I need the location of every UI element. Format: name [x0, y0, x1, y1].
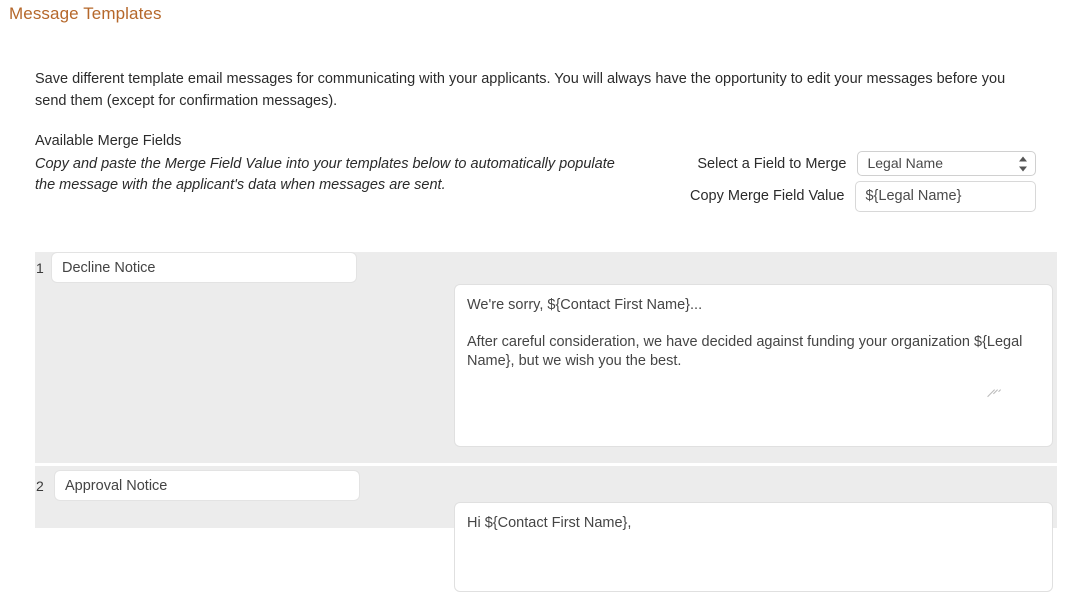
template-row: 2 Hi ${Contact First Name},	[35, 466, 1057, 592]
page-title: Message Templates	[9, 4, 162, 23]
template-title-input[interactable]	[51, 252, 357, 283]
template-title-input[interactable]	[54, 470, 360, 501]
template-body-textarea[interactable]: Hi ${Contact First Name},	[454, 502, 1053, 592]
merge-field-select-value: Legal Name	[867, 155, 943, 171]
template-row-index: 1	[36, 260, 44, 276]
select-field-label: Select a Field to Merge	[697, 155, 847, 172]
copy-merge-value-input[interactable]	[855, 180, 1037, 212]
merge-field-controls: Select a Field to Merge Legal Name Copy …	[690, 150, 1037, 212]
copy-value-row: Copy Merge Field Value	[690, 180, 1037, 212]
select-field-row: Select a Field to Merge Legal Name	[690, 150, 1037, 177]
merge-fields-heading: Available Merge Fields	[35, 133, 182, 149]
template-row-index: 2	[36, 478, 44, 494]
chevron-updown-icon	[1018, 156, 1027, 171]
copy-merge-value-label: Copy Merge Field Value	[690, 188, 845, 204]
template-body-textarea[interactable]: We're sorry, ${Contact First Name}... Af…	[454, 284, 1053, 447]
merge-fields-description: Copy and paste the Merge Field Value int…	[35, 156, 615, 193]
template-row: 1 We're sorry, ${Contact First Name}... …	[35, 252, 1057, 463]
merge-field-select[interactable]: Legal Name	[857, 151, 1037, 176]
merge-fields-info: Available Merge Fields Copy and paste th…	[35, 132, 655, 196]
intro-description: Save different template email messages f…	[35, 71, 1006, 109]
